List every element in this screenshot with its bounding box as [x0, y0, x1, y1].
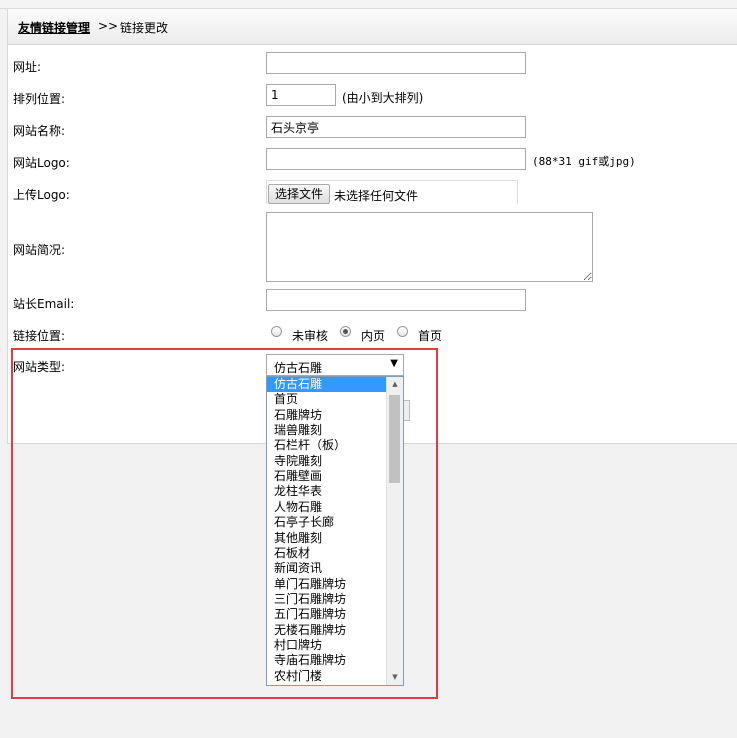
dropdown-option[interactable]: 人物石雕: [267, 500, 387, 515]
site-name-label: 网站名称:: [13, 124, 66, 138]
dropdown-option[interactable]: 新闻资讯: [267, 561, 387, 576]
upload-label: 上传Logo:: [13, 188, 70, 202]
dropdown-option[interactable]: 其他雕刻: [267, 531, 387, 546]
breadcrumb: 友情链接管理 >> 链接更改: [8, 9, 737, 45]
site-type-label: 网站类型:: [13, 360, 66, 374]
order-hint: (由小到大排列): [342, 91, 424, 105]
dropdown-option[interactable]: 石雕壁画: [267, 469, 387, 484]
logo-hint: (88*31 gif或jpg): [532, 155, 636, 168]
dropdown-option[interactable]: 瑞兽雕刻: [267, 423, 387, 438]
dropdown-option[interactable]: 石雕牌坊: [267, 408, 387, 423]
site-type-dropdown: 仿古石雕 首页 石雕牌坊 瑞兽雕刻 石栏杆（板） 寺院雕刻 石雕壁画 龙柱华表 人物石雕 石亭子长…: [266, 376, 404, 686]
dropdown-option[interactable]: 单门石雕牌坊: [267, 577, 387, 592]
dropdown-option[interactable]: 仿古石雕: [267, 377, 387, 392]
order-label: 排列位置:: [13, 92, 66, 106]
dropdown-option[interactable]: 三门石雕牌坊: [267, 592, 387, 607]
dropdown-option[interactable]: 石亭子长廊: [267, 515, 387, 530]
email-input[interactable]: [266, 289, 526, 311]
choose-file-button[interactable]: 选择文件: [268, 184, 330, 204]
radio-homepage[interactable]: [397, 326, 408, 337]
dropdown-option[interactable]: 首页: [267, 392, 387, 407]
description-label: 网站简况:: [13, 243, 66, 257]
link-position-label: 链接位置:: [13, 329, 66, 343]
dropdown-option[interactable]: 龙柱华表: [267, 484, 387, 499]
radio-inner-page[interactable]: [340, 326, 351, 337]
file-status: 未选择任何文件: [334, 189, 419, 203]
dropdown-option[interactable]: 农村门楼: [267, 669, 387, 684]
dropdown-option[interactable]: 五门石雕牌坊: [267, 607, 387, 622]
site-type-select[interactable]: 仿古石雕 ▼: [266, 354, 404, 376]
dropdown-scrollbar[interactable]: ▲ ▼: [386, 377, 403, 685]
triangle-down-icon: ▼: [390, 358, 398, 369]
radio-inner-page-label: 内页: [361, 329, 386, 343]
dropdown-option[interactable]: 寺庙石雕牌坊: [267, 653, 387, 668]
site-type-selected: 仿古石雕: [274, 361, 323, 375]
url-input[interactable]: [266, 52, 526, 74]
dropdown-option[interactable]: 寺院雕刻: [267, 454, 387, 469]
radio-unreviewed-label: 未审核: [292, 329, 329, 343]
triangle-up-icon[interactable]: ▲: [387, 377, 403, 392]
file-upload: 选择文件 未选择任何文件: [266, 180, 518, 204]
radio-unreviewed[interactable]: [271, 326, 282, 337]
radio-homepage-label: 首页: [418, 329, 443, 343]
dropdown-option[interactable]: 村口牌坊: [267, 638, 387, 653]
dropdown-option[interactable]: 无楼石雕牌坊: [267, 623, 387, 638]
top-strip: [0, 0, 737, 9]
scrollbar-thumb[interactable]: [389, 395, 400, 483]
site-name-input[interactable]: [266, 116, 526, 138]
breadcrumb-link[interactable]: 友情链接管理: [18, 19, 90, 36]
url-label: 网址:: [13, 60, 42, 74]
triangle-down-icon[interactable]: ▼: [387, 670, 403, 685]
submit-button-edge[interactable]: [404, 400, 410, 421]
order-input[interactable]: [266, 84, 336, 106]
breadcrumb-separator: >>: [98, 19, 119, 33]
logo-input[interactable]: [266, 148, 526, 170]
breadcrumb-current: 链接更改: [120, 21, 169, 35]
description-textarea[interactable]: [266, 212, 593, 282]
dropdown-option[interactable]: 石板材: [267, 546, 387, 561]
logo-label: 网站Logo:: [13, 156, 70, 170]
dropdown-option[interactable]: 石栏杆（板）: [267, 438, 387, 453]
email-label: 站长Email:: [13, 297, 75, 311]
